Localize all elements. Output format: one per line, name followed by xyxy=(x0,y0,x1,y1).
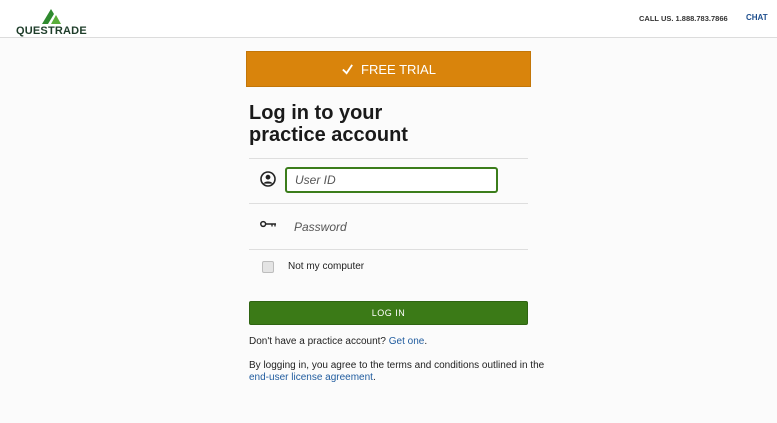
not-my-computer-checkbox[interactable] xyxy=(262,261,274,273)
divider xyxy=(249,158,528,159)
checkmark-icon xyxy=(342,63,353,75)
title-line-2: practice account xyxy=(249,124,408,146)
top-header: QUESTRADE CALL US. 1.888.783.7866 CHAT xyxy=(0,0,777,38)
chat-link[interactable]: CHAT xyxy=(746,13,768,22)
page-title: Log in to your practice account xyxy=(249,102,529,146)
get-one-link[interactable]: Get one xyxy=(389,336,425,347)
free-trial-button[interactable]: FREE TRIAL xyxy=(246,51,531,87)
logo-mark-icon xyxy=(42,9,61,24)
title-line-1: Log in to your xyxy=(249,102,383,124)
eula-period: . xyxy=(372,372,376,383)
call-us-phone[interactable]: CALL US. 1.888.783.7866 xyxy=(639,14,728,23)
divider xyxy=(249,249,528,250)
not-my-computer-label[interactable]: Not my computer xyxy=(288,261,364,272)
log-in-button[interactable]: LOG IN xyxy=(249,301,528,325)
free-trial-label: FREE TRIAL xyxy=(361,61,436,77)
no-account-text: Don't have a practice account? xyxy=(249,336,386,347)
user-id-input[interactable] xyxy=(285,167,498,193)
eula-line: end-user license agreement. xyxy=(249,372,376,383)
divider xyxy=(249,203,528,204)
logo-text: QUESTRADE xyxy=(16,25,87,37)
user-circle-icon xyxy=(260,171,276,187)
terms-line: By logging in, you agree to the terms an… xyxy=(249,360,545,371)
password-input[interactable] xyxy=(285,215,498,239)
eula-link[interactable]: end-user license agreement xyxy=(249,372,373,383)
period: . xyxy=(424,336,428,347)
logo-wordmark: QUESTRADE xyxy=(16,25,87,37)
key-icon xyxy=(260,220,276,228)
no-account-line: Don't have a practice account? Get one. xyxy=(249,336,427,347)
questrade-logo[interactable]: QUESTRADE xyxy=(16,8,96,37)
